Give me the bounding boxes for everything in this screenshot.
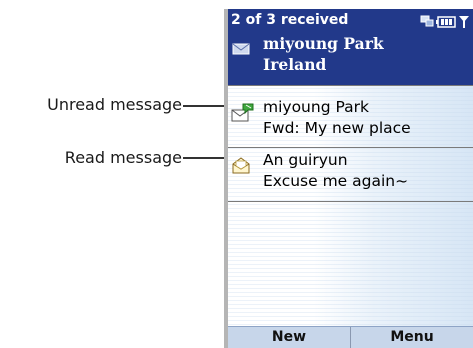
message-item-read[interactable]: An guiryun Excuse me again~: [228, 148, 473, 202]
unread-message-callout: Unread message: [0, 95, 182, 115]
phone-frame: 2 of 3 received miyoung Park Ireland miy…: [224, 9, 473, 348]
message-sender: An guiryun: [263, 151, 348, 169]
message-sender: miyoung Park: [263, 34, 384, 53]
callout-line-read: [183, 157, 230, 159]
signal-icon: [458, 13, 470, 32]
menu-softkey[interactable]: Menu: [350, 327, 473, 348]
envelope-icon: [231, 38, 253, 56]
battery-icon: [436, 13, 456, 32]
screen: 2 of 3 received miyoung Park Ireland miy…: [228, 9, 473, 348]
message-subject: Ireland: [263, 55, 327, 74]
callout-label-read: Read message: [64, 148, 182, 167]
message-subject: Excuse me again~: [263, 172, 409, 190]
unread-envelope-icon: [231, 102, 254, 122]
new-softkey[interactable]: New: [228, 327, 350, 348]
title-text: 2 of 3 received: [231, 12, 349, 28]
message-item-unread[interactable]: miyoung Park Fwd: My new place: [228, 95, 473, 148]
softkey-bar: New Menu: [228, 326, 473, 348]
message-subject: Fwd: My new place: [263, 119, 411, 137]
message-sender: miyoung Park: [263, 98, 369, 116]
callout-label-unread: Unread message: [47, 95, 182, 114]
title-bar: 2 of 3 received: [228, 9, 473, 31]
message-item-selected[interactable]: miyoung Park Ireland: [228, 31, 473, 86]
status-icons: [420, 13, 470, 32]
read-message-callout: Read message: [0, 148, 182, 168]
sync-icon: [420, 13, 434, 32]
read-envelope-icon: [231, 155, 253, 174]
callout-line-unread: [183, 105, 230, 107]
